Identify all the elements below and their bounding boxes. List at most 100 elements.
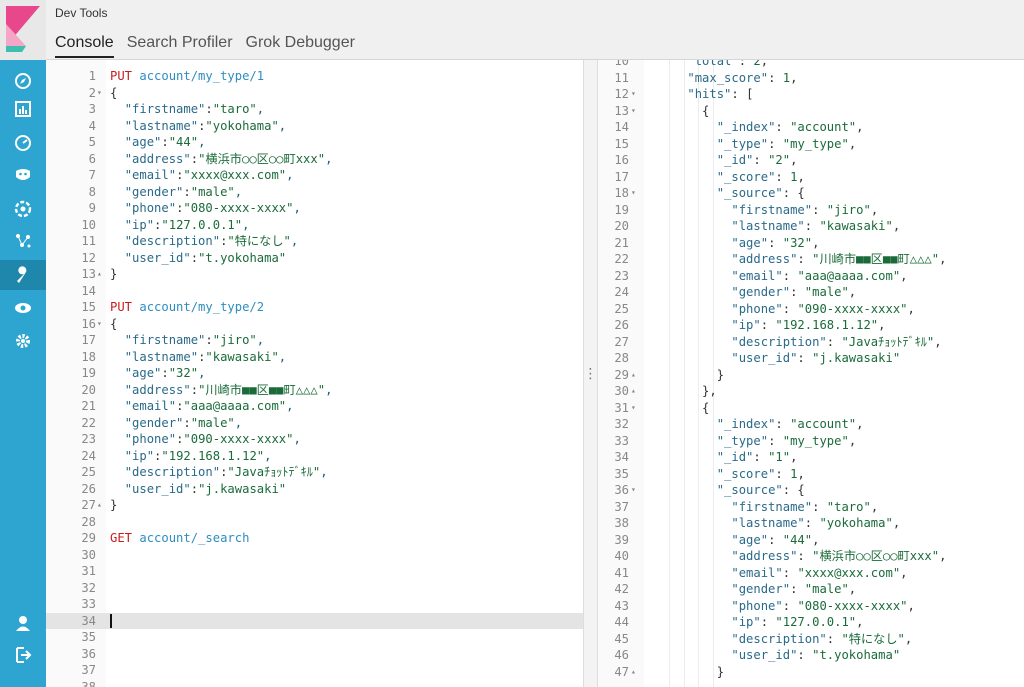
request-line[interactable]: 29 GET account/_search [46, 530, 583, 547]
request-line[interactable]: 10 "ip":"127.0.0.1", [46, 217, 583, 234]
code-text: "firstname":"jiro", [124, 333, 265, 347]
request-line[interactable]: 26 "user_id":"j.kawasaki" [46, 481, 583, 498]
request-line[interactable]: 8 "gender":"male", [46, 184, 583, 201]
response-line: 10 "total": 2, [598, 60, 1024, 70]
tab-grok-debugger[interactable]: Grok Debugger [246, 34, 355, 58]
request-line[interactable]: 6 "address":"横浜市○○区○○町xxx", [46, 151, 583, 168]
request-line[interactable]: 31 [46, 563, 583, 580]
request-line[interactable]: 4 "lastname":"yokohama", [46, 118, 583, 135]
tab-search-profiler[interactable]: Search Profiler [127, 34, 233, 58]
machine-learning-icon [14, 200, 32, 218]
request-line[interactable]: 32 [46, 580, 583, 597]
request-line[interactable]: 37 [46, 662, 583, 679]
nav-user[interactable] [0, 608, 46, 638]
line-number: 25 [614, 301, 629, 316]
line-number: 33 [81, 597, 96, 611]
request-line[interactable]: 19 "age":"32", [46, 365, 583, 382]
request-line[interactable]: 12 "user_id":"t.yokohama" [46, 250, 583, 267]
pane-resizer[interactable]: ⋮ [583, 60, 598, 687]
code-text: "user_id": "j.kawasaki" [731, 351, 901, 365]
fold-toggle-icon[interactable]: ▾ [631, 482, 636, 499]
line-number: 23 [81, 432, 96, 446]
request-line[interactable]: 38 [46, 679, 583, 687]
nav-machine-learning[interactable] [0, 194, 46, 224]
fold-toggle-icon[interactable]: ▴ [631, 664, 636, 681]
fold-toggle-icon[interactable]: ▾ [97, 85, 102, 102]
request-line[interactable]: 7 "email":"xxxx@xxx.com", [46, 167, 583, 184]
fold-toggle-icon[interactable]: ▴ [631, 367, 636, 384]
request-line[interactable]: 14 [46, 283, 583, 300]
fold-toggle-icon[interactable]: ▾ [631, 86, 636, 103]
response-line: 15 "_type": "my_type", [598, 136, 1024, 153]
code-text: } [658, 664, 725, 679]
code-text: "_source": { [716, 483, 805, 497]
code-text: }, [658, 384, 717, 398]
response-viewer[interactable]: 10 "total": 2, 11 "max_score": 1, 12 ▾ "hit… [598, 60, 1024, 687]
request-line[interactable]: 17 "firstname":"jiro", [46, 332, 583, 349]
code-text: "_source": { [716, 186, 805, 200]
monitoring-icon [15, 303, 31, 313]
code-text: { [658, 103, 710, 118]
code-text: "lastname": "kawasaki", [731, 219, 901, 233]
kibana-logo[interactable] [0, 0, 46, 60]
fold-toggle-icon[interactable]: ▾ [631, 400, 636, 417]
line-number: 28 [614, 351, 629, 365]
line-number: 14 [614, 120, 629, 134]
request-line[interactable]: 18 "lastname":"kawasaki", [46, 349, 583, 366]
request-line[interactable]: 27 ▴} [46, 497, 583, 514]
response-line: 18 ▾ "_source": { [598, 185, 1024, 202]
request-line[interactable]: 2 ▾ { [46, 85, 583, 102]
user-icon [16, 616, 30, 631]
request-line[interactable]: 11 "description":"特になし", [46, 233, 583, 250]
request-line[interactable]: 33 [46, 596, 583, 613]
fold-toggle-icon[interactable]: ▾ [631, 103, 636, 120]
line-number: 43 [614, 598, 629, 613]
request-line[interactable]: 34 [46, 612, 583, 629]
line-number: 28 [81, 514, 96, 529]
response-line: 40 "address": "横浜市○○区○○町xxx", [598, 548, 1024, 565]
request-line[interactable]: 30 [46, 547, 583, 564]
request-line[interactable]: 36 [46, 646, 583, 663]
request-line[interactable]: 13 ▴} [46, 266, 583, 283]
nav-monitoring[interactable] [0, 293, 46, 323]
request-editor[interactable]: 1 PUT account/my_type/1 2 ▾{3 "firstname":"… [46, 60, 583, 687]
request-line[interactable]: 21 "email":"aaa@aaaa.com", [46, 398, 583, 415]
request-line[interactable]: 9 "phone":"080-xxxx-xxxx", [46, 200, 583, 217]
request-line[interactable]: 24 "ip":"192.168.1.12", [46, 448, 583, 465]
code-text: "description": "Javaﾁｮｯﾄﾃﾞｷﾙ", [731, 334, 942, 349]
fold-toggle-icon[interactable]: ▴ [97, 266, 102, 283]
code-text: } [658, 367, 725, 382]
request-line[interactable]: 16 ▾ { [46, 316, 583, 333]
request-line[interactable]: 28 [46, 514, 583, 531]
request-line[interactable]: 5 "age":"44", [46, 134, 583, 151]
request-line[interactable]: 23 "phone":"090-xxxx-xxxx", [46, 431, 583, 448]
code-text: "user_id":"t.yokohama" [124, 250, 287, 265]
nav-logout[interactable] [0, 640, 46, 670]
nav-discover[interactable] [0, 66, 46, 96]
tab-console[interactable]: Console [55, 34, 114, 58]
request-line[interactable]: 3 "firstname":"taro", [46, 101, 583, 118]
code-text: "max_score": 1, [687, 70, 798, 85]
nav-management[interactable] [0, 326, 46, 356]
fold-toggle-icon[interactable]: ▴ [97, 497, 102, 514]
code-text: PUT account/my_type/2 [110, 300, 265, 314]
fold-toggle-icon[interactable]: ▾ [631, 185, 636, 202]
fold-toggle-icon[interactable]: ▴ [631, 383, 636, 400]
request-line[interactable]: 22 "gender":"male", [46, 415, 583, 432]
line-number: 18 [614, 186, 629, 200]
code-text: "firstname": "taro", [731, 499, 879, 514]
nav-timelion[interactable] [0, 160, 46, 190]
line-number: 10 [81, 217, 96, 232]
request-line[interactable]: 35 [46, 629, 583, 646]
request-line[interactable]: 1 PUT account/my_type/1 [46, 68, 583, 85]
request-line[interactable]: 25 "description":"Javaﾁｮｯﾄﾃﾞｷﾙ", [46, 464, 583, 481]
response-line: 12 ▾ "hits": [ [598, 86, 1024, 103]
request-line[interactable]: 20 "address":"川崎市■■区■■町△△△", [46, 382, 583, 399]
nav-graph[interactable] [0, 226, 46, 256]
code-text: "gender":"male", [124, 415, 243, 430]
nav-dev-tools[interactable] [0, 260, 46, 290]
request-line[interactable]: 15 PUT account/my_type/2 [46, 299, 583, 316]
fold-toggle-icon[interactable]: ▾ [97, 316, 102, 333]
nav-visualize[interactable] [0, 94, 46, 124]
nav-dashboard[interactable] [0, 128, 46, 158]
